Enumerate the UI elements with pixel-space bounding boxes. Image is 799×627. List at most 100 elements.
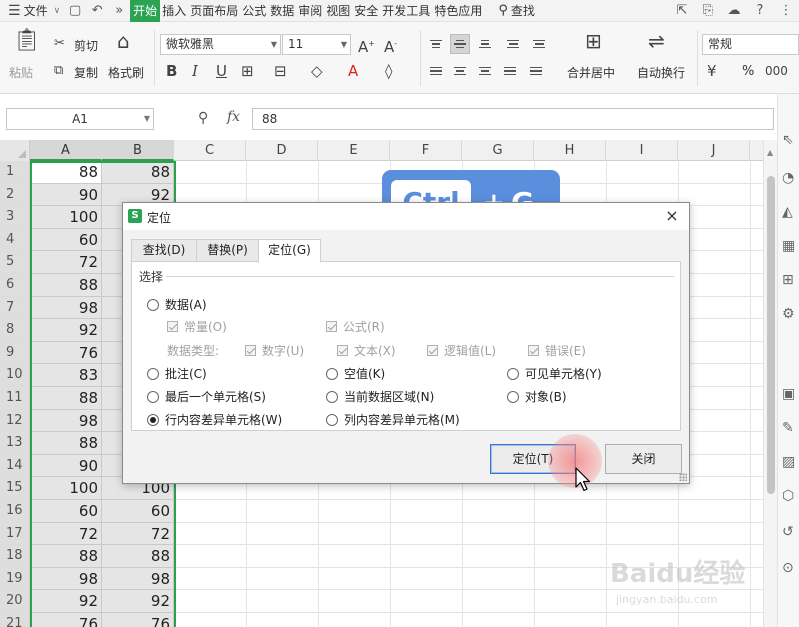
row-header[interactable]: 20 (0, 590, 30, 613)
scrollbar-thumb[interactable] (767, 176, 775, 494)
currency-icon[interactable]: ¥ (707, 62, 717, 80)
cloud-icon[interactable]: ☁ (721, 3, 747, 18)
column-header-j[interactable]: J (678, 140, 750, 161)
row-header[interactable]: 21 (0, 612, 30, 627)
cell-b[interactable]: 98 (102, 567, 174, 591)
vertical-scrollbar[interactable]: ▲ (763, 140, 777, 627)
column-header-i[interactable]: I (606, 140, 678, 161)
align-bottom-icon[interactable] (475, 34, 495, 54)
dialog-titlebar[interactable]: S 定位 × (123, 203, 689, 230)
column-header-a[interactable]: A (30, 140, 102, 161)
row-header[interactable]: 13 (0, 432, 30, 455)
fill-style-icon[interactable]: ⊟ (274, 62, 287, 80)
radio-last-cell[interactable]: 最后一个单元格(S) (147, 388, 266, 405)
cell-a[interactable]: 98 (30, 567, 102, 591)
paste-icon[interactable]: 📋︎ (13, 30, 41, 52)
number-format-select[interactable]: 常规 (702, 34, 799, 55)
copy-icon[interactable]: ⧉ (54, 62, 63, 80)
column-header-g[interactable]: G (462, 140, 534, 161)
radio-blank[interactable]: 空值(K) (326, 365, 385, 382)
name-box[interactable]: A1 ▼ (6, 108, 154, 130)
shapes-icon[interactable]: ◔ (782, 170, 794, 186)
settings-icon[interactable]: ⚙ (782, 306, 795, 322)
cell-a[interactable]: 98 (30, 296, 102, 320)
more-menu-icon[interactable]: ⋮ (773, 3, 799, 18)
column-header-c[interactable]: C (174, 140, 246, 161)
more-icon[interactable]: » (108, 0, 130, 22)
align-middle-icon[interactable] (450, 34, 470, 54)
cut-icon[interactable]: ✂ (54, 35, 65, 53)
share-icon[interactable]: ⇱ (669, 3, 695, 18)
tab-developer[interactable]: 开发工具 (380, 0, 432, 22)
check-number[interactable]: 数字(U) (245, 342, 304, 359)
percent-button[interactable]: % (742, 64, 754, 79)
close-icon[interactable]: × (663, 206, 681, 226)
tab-features[interactable]: 特色应用 (432, 0, 484, 22)
justify-icon[interactable] (500, 61, 520, 81)
align-right-icon[interactable] (475, 61, 495, 81)
cut-button[interactable]: 剪切 (74, 37, 98, 54)
radio-row-differences[interactable]: 行内容差异单元格(W) (147, 411, 282, 428)
tab-view[interactable]: 视图 (324, 0, 352, 22)
merge-center-icon[interactable]: ⊞ (585, 31, 602, 51)
italic-icon[interactable]: I (192, 62, 198, 80)
cell-a[interactable]: 60 (30, 499, 102, 523)
row-header[interactable]: 18 (0, 545, 30, 568)
save-icon[interactable]: ▢ (64, 0, 86, 22)
row-header[interactable]: 1 (0, 161, 30, 184)
column-header-e[interactable]: E (318, 140, 390, 161)
row-header[interactable]: 3 (0, 206, 30, 229)
formula-input[interactable]: 88 (252, 108, 774, 130)
more-icon[interactable]: ⊙ (782, 560, 794, 576)
radio-column-differences[interactable]: 列内容差异单元格(M) (326, 411, 460, 428)
border-icon[interactable]: ⊞ (241, 62, 254, 80)
check-logical[interactable]: 逻辑值(L) (427, 342, 496, 359)
increase-indent-icon[interactable] (529, 34, 549, 54)
undo-icon[interactable]: ↶ (86, 0, 108, 22)
font-color-icon[interactable]: A (348, 62, 358, 80)
cell-a[interactable]: 92 (30, 590, 102, 613)
merge-center-button[interactable]: 合并居中 (567, 64, 615, 81)
tab-formulas[interactable]: 公式 (240, 0, 268, 22)
cell-a[interactable]: 98 (30, 409, 102, 433)
cell-b[interactable]: 92 (102, 590, 174, 613)
bold-icon[interactable]: B (166, 62, 177, 80)
export-icon[interactable]: ⎘ (695, 3, 721, 18)
format-painter-icon[interactable]: ⌂ (117, 31, 130, 51)
row-header[interactable]: 12 (0, 409, 30, 433)
check-error[interactable]: 错误(E) (528, 342, 586, 359)
align-center-icon[interactable] (450, 61, 470, 81)
thousands-icon[interactable]: 000 (765, 62, 788, 80)
cell-a[interactable]: 88 (30, 161, 102, 184)
row-header[interactable]: 9 (0, 341, 30, 365)
tab-goto[interactable]: 定位(G) (258, 239, 321, 263)
shield-icon[interactable]: ⬡ (782, 488, 794, 504)
zoom-icon[interactable]: ⚲ (198, 110, 208, 126)
column-header-d[interactable]: D (246, 140, 318, 161)
cell-a[interactable]: 88 (30, 432, 102, 455)
increase-font-icon[interactable]: A+ (358, 35, 375, 56)
cell-b[interactable]: 88 (102, 161, 174, 184)
clear-format-icon[interactable]: ◊ (385, 62, 392, 80)
cell-b[interactable]: 88 (102, 545, 174, 568)
check-text[interactable]: 文本(X) (337, 342, 396, 359)
row-header[interactable]: 15 (0, 477, 30, 500)
row-header[interactable]: 16 (0, 499, 30, 523)
row-header[interactable]: 6 (0, 273, 30, 297)
align-left-icon[interactable] (426, 61, 446, 81)
style-icon[interactable]: ◭ (782, 204, 793, 220)
radio-object[interactable]: 对象(B) (507, 388, 567, 405)
decrease-indent-icon[interactable] (503, 34, 523, 54)
row-header[interactable]: 5 (0, 251, 30, 274)
column-header-h[interactable]: H (534, 140, 606, 161)
check-constant[interactable]: 常量(O) (167, 318, 227, 335)
row-header[interactable]: 17 (0, 522, 30, 546)
paste-label[interactable]: 粘贴 (9, 64, 33, 81)
distribute-icon[interactable] (526, 61, 546, 81)
history-icon[interactable]: ↺ (782, 524, 794, 540)
cell-b[interactable]: 60 (102, 499, 174, 523)
radio-current-region[interactable]: 当前数据区域(N) (326, 388, 434, 405)
radio-data[interactable]: 数据(A) (147, 296, 207, 313)
font-name-select[interactable]: 微软雅黑 ▼ (160, 34, 281, 55)
row-header[interactable]: 10 (0, 364, 30, 387)
